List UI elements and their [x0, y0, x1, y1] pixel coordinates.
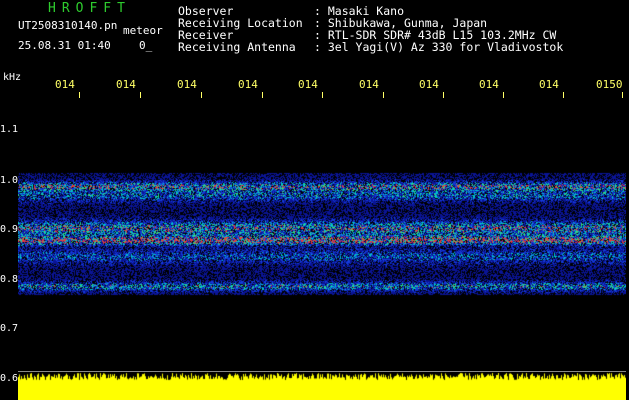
time-tick: 014 [116, 78, 136, 91]
freq-unit-label: kHz [3, 72, 22, 83]
power-band [18, 372, 626, 400]
freq-tick: 0.6 [0, 373, 19, 384]
app-title: HROFFT [48, 1, 131, 16]
truncated-value: 0_ [139, 39, 153, 52]
time-tick: 0150 [596, 78, 623, 91]
freq-tick: 1.0 [0, 175, 19, 186]
date-time: 25.08.31 01:40 [18, 39, 111, 52]
time-tick: 014 [55, 78, 75, 91]
freq-tick: 1.1 [0, 124, 19, 135]
meteor-label: meteor [123, 24, 163, 37]
time-tick: 014 [238, 78, 258, 91]
antenna-value: : 3el Yagi(V) Az 330 for Vladivostok [314, 40, 564, 54]
time-tick: 014 [539, 78, 559, 91]
time-tick: 014 [419, 78, 439, 91]
file-name: UT2508310140.pn [18, 19, 118, 32]
spectrogram [18, 168, 626, 300]
time-tick: 014 [479, 78, 499, 91]
time-tick: 014 [177, 78, 197, 91]
time-tick: 014 [359, 78, 379, 91]
freq-tick: 0.9 [0, 224, 19, 235]
antenna-label: Receiving Antenna [178, 40, 296, 54]
time-tick: 014 [298, 78, 318, 91]
freq-tick: 0.8 [0, 274, 19, 285]
freq-tick: 0.7 [0, 323, 19, 334]
